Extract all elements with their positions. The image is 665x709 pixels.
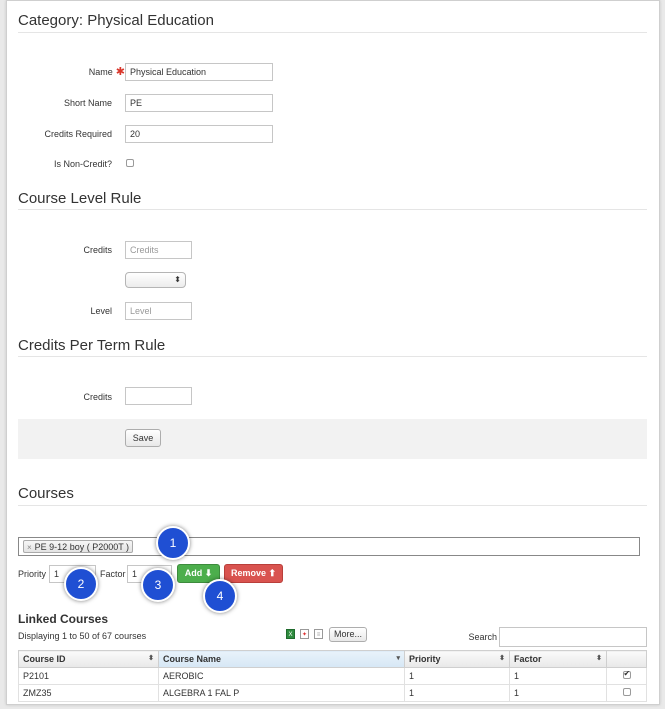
excel-icon[interactable]: X	[286, 629, 295, 639]
callout-3: 3	[141, 568, 175, 602]
pdf-icon[interactable]: ✦	[300, 629, 309, 639]
priority-cell: 1	[404, 684, 510, 702]
course-tag-input[interactable]: × PE 9-12 boy ( P2000T )	[18, 537, 640, 556]
factor-cell: 1	[509, 684, 607, 702]
select-cell	[606, 667, 647, 685]
callout-4: 4	[203, 579, 237, 613]
displaying-count: Displaying 1 to 50 of 67 courses	[18, 631, 147, 641]
priority-label: Priority	[18, 569, 47, 579]
name-label: Name ✱	[88, 66, 125, 78]
search-label: Search	[468, 632, 497, 642]
table-row[interactable]: ZMZ35 ALGEBRA 1 FAL P 1 1	[18, 684, 647, 702]
col-select	[606, 650, 647, 668]
category-edit-panel: Category: Physical Education Name ✱ Physi…	[6, 0, 660, 705]
select-arrows-icon: ⬍	[174, 275, 181, 284]
search-input[interactable]	[499, 627, 647, 647]
credits-required-label: Credits Required	[44, 129, 112, 139]
courses-heading: Courses	[18, 485, 74, 502]
table-row[interactable]: P2101 AEROBIC 1 1	[18, 667, 647, 685]
sort-desc-icon: ▾	[396, 655, 400, 662]
operator-select[interactable]: ⬍	[125, 272, 186, 288]
sort-icon: ⬍	[596, 655, 602, 662]
document-icon[interactable]: ≡	[314, 629, 323, 639]
level-input[interactable]: Level	[125, 302, 192, 320]
title-divider	[18, 32, 647, 33]
short-name-input[interactable]: PE	[125, 94, 273, 112]
linked-courses-table: Course ID ⬍ Course Name ▾ Priority ⬍ Factor…	[18, 650, 647, 702]
credits-per-term-heading: Credits Per Term Rule	[18, 337, 166, 354]
save-button[interactable]: Save	[125, 429, 161, 447]
non-credit-checkbox[interactable]	[126, 159, 134, 167]
course-name-cell: ALGEBRA 1 FAL P	[158, 684, 405, 702]
selected-course-tag[interactable]: × PE 9-12 boy ( P2000T )	[23, 540, 134, 553]
col-priority[interactable]: Priority ⬍	[404, 650, 510, 668]
credits-per-term-divider	[18, 356, 647, 357]
courses-divider	[18, 505, 647, 506]
col-course-id[interactable]: Course ID ⬍	[18, 650, 159, 668]
course-level-rule-heading: Course Level Rule	[18, 190, 142, 207]
course-name-cell: AEROBIC	[158, 667, 405, 685]
table-header-row: Course ID ⬍ Course Name ▾ Priority ⬍ Factor…	[18, 650, 647, 668]
sort-icon: ⬍	[148, 655, 154, 662]
per-term-credits-label: Credits	[83, 392, 112, 402]
col-factor[interactable]: Factor ⬍	[509, 650, 607, 668]
credits-required-input[interactable]: 20	[125, 125, 273, 143]
remove-course-button[interactable]: Remove ⬆	[224, 564, 283, 583]
row-checkbox[interactable]	[622, 669, 631, 679]
select-cell	[606, 684, 647, 702]
linked-courses-heading: Linked Courses	[18, 612, 109, 626]
page-title: Category: Physical Education	[18, 12, 214, 29]
course-level-divider	[18, 209, 647, 210]
tag-remove-icon[interactable]: ×	[27, 543, 32, 552]
course-id-cell: P2101	[18, 667, 159, 685]
short-name-label: Short Name	[63, 98, 112, 108]
name-input[interactable]: Physical Education	[125, 63, 273, 81]
callout-2: 2	[64, 567, 98, 601]
col-course-name[interactable]: Course Name ▾	[158, 650, 405, 668]
per-term-credits-input[interactable]	[125, 387, 192, 405]
course-id-cell: ZMZ35	[18, 684, 159, 702]
sort-icon: ⬍	[499, 655, 505, 662]
more-button[interactable]: More...	[329, 627, 367, 642]
factor-cell: 1	[509, 667, 607, 685]
required-icon: ✱	[115, 66, 125, 78]
level-rule-credits-label: Credits	[83, 245, 112, 255]
level-label: Level	[90, 306, 112, 316]
level-rule-credits-input[interactable]: Credits	[125, 241, 192, 259]
row-checkbox[interactable]	[622, 688, 631, 696]
form-actions-bar	[18, 419, 647, 459]
non-credit-label: Is Non-Credit?	[53, 159, 112, 169]
priority-cell: 1	[404, 667, 510, 685]
factor-label: Factor	[100, 569, 126, 579]
callout-1: 1	[156, 526, 190, 560]
